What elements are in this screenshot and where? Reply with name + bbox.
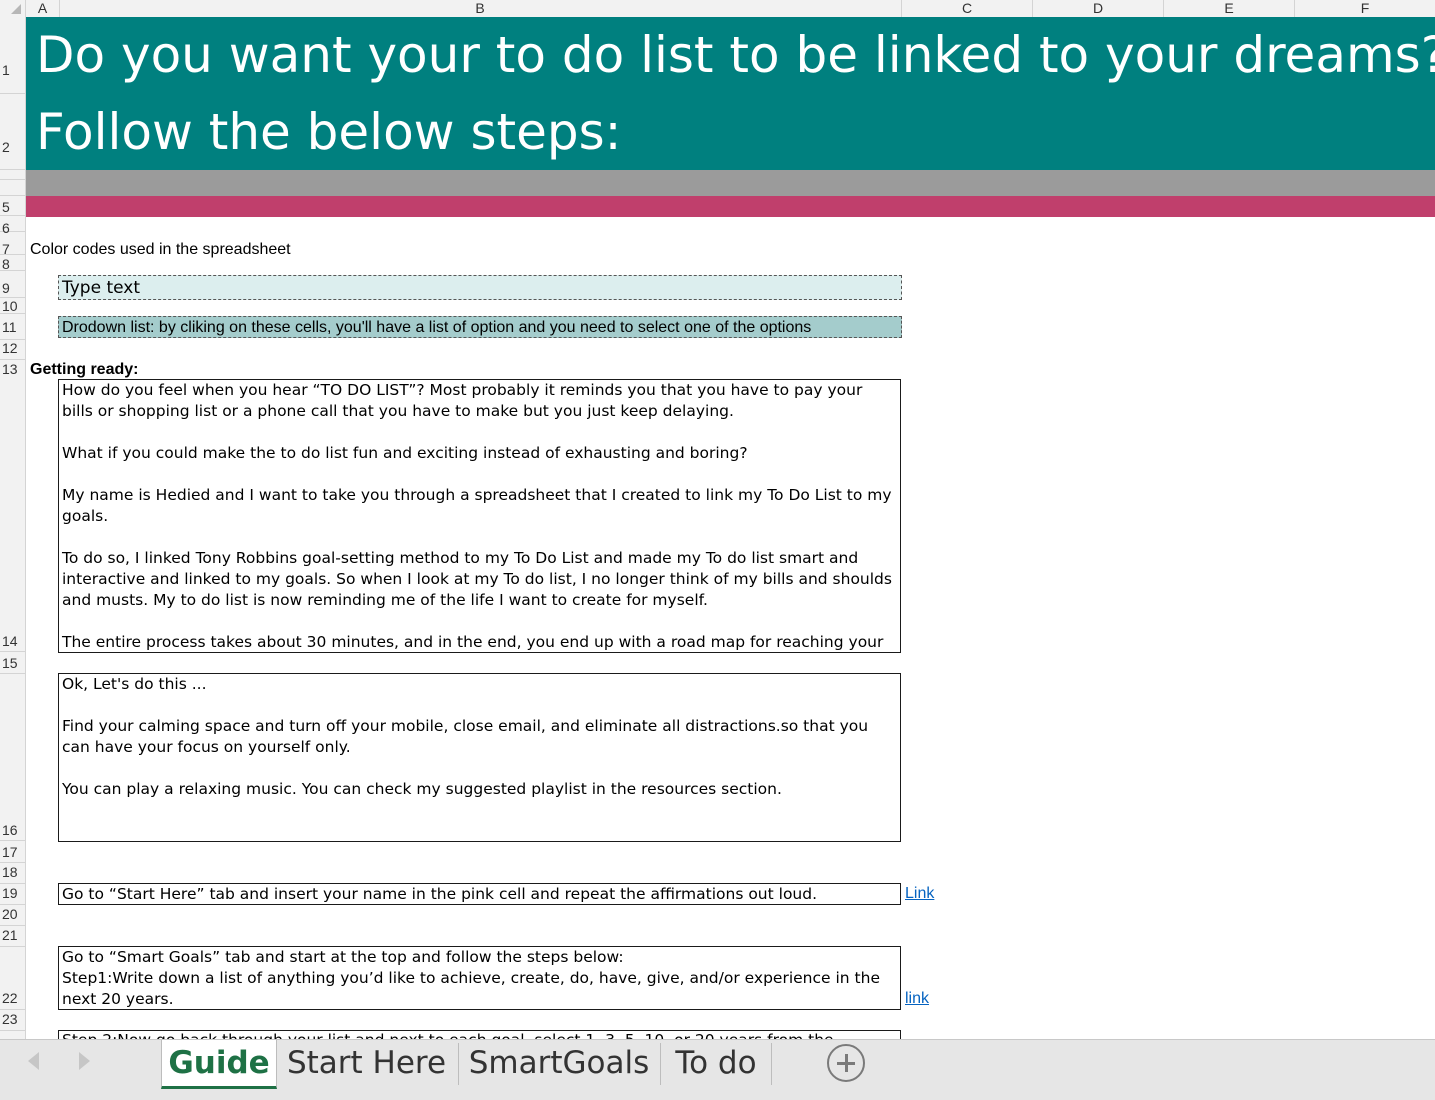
smart-goals-step[interactable]: Go to “Smart Goals” tab and start at the… (58, 946, 901, 1010)
dropdown-legend[interactable]: Drodown list: by cliking on these cells,… (58, 316, 902, 338)
column-header-c[interactable]: C (902, 0, 1033, 17)
getting-ready-label: Getting ready: (30, 361, 139, 378)
row-number[interactable]: 21 (0, 927, 25, 943)
tab-guide[interactable]: Guide (161, 1040, 277, 1089)
type-text-legend[interactable]: Type text (58, 275, 902, 300)
row-number[interactable]: 10 (0, 298, 25, 314)
tab-smartgoals[interactable]: SmartGoals (459, 1040, 659, 1086)
smart-goals-link[interactable]: link (905, 990, 929, 1008)
pink-band (26, 196, 1435, 217)
row-number[interactable]: 20 (0, 906, 25, 922)
row-number[interactable]: 2 (0, 139, 25, 155)
color-codes-label[interactable]: Color codes used in the spreadsheet (30, 241, 291, 259)
column-header-b[interactable]: B (59, 0, 902, 17)
column-header-f[interactable]: F (1295, 0, 1435, 17)
plus-circle-icon[interactable] (827, 1044, 865, 1082)
select-all-button[interactable] (0, 0, 26, 17)
column-header-bar: A B C D E F (0, 0, 1435, 18)
row-number[interactable]: 11 (0, 319, 25, 335)
grey-band (26, 170, 1435, 196)
chevron-right-icon[interactable] (79, 1052, 90, 1070)
row-number[interactable]: 1 (0, 62, 25, 78)
row-number[interactable]: 6 (0, 220, 25, 236)
start-here-step[interactable]: Go to “Start Here” tab and insert your n… (58, 883, 901, 905)
row-number[interactable]: 16 (0, 822, 25, 838)
row-number[interactable]: 7 (0, 241, 25, 257)
chevron-left-icon[interactable] (28, 1052, 39, 1070)
row-number[interactable]: 15 (0, 655, 25, 671)
row-number[interactable]: 5 (0, 199, 25, 215)
page-subtitle: Follow the below steps: (36, 103, 622, 161)
intro-textbox[interactable]: How do you feel when you hear “TO DO LIS… (58, 379, 901, 653)
tab-to-do[interactable]: To do (661, 1040, 771, 1086)
row-number[interactable]: 13 (0, 361, 25, 377)
row-number[interactable]: 22 (0, 990, 25, 1006)
row-number[interactable]: 12 (0, 340, 25, 356)
row-number[interactable]: 14 (0, 633, 25, 649)
column-header-d[interactable]: D (1033, 0, 1164, 17)
column-header-e[interactable]: E (1164, 0, 1295, 17)
column-header-a[interactable]: A (26, 0, 60, 17)
lets-do-textbox[interactable]: Ok, Let's do this ... Find your calming … (58, 673, 901, 842)
row-number[interactable]: 17 (0, 844, 25, 860)
row-number[interactable]: 23 (0, 1011, 25, 1027)
row-number[interactable]: 18 (0, 864, 25, 880)
row-number[interactable]: 8 (0, 256, 25, 272)
start-here-link[interactable]: Link (905, 885, 934, 903)
tab-start-here[interactable]: Start Here (276, 1040, 457, 1086)
row-number[interactable]: 19 (0, 885, 25, 901)
page-title: Do you want your to do list to be linked… (36, 26, 1435, 84)
row-number[interactable]: 9 (0, 280, 25, 296)
